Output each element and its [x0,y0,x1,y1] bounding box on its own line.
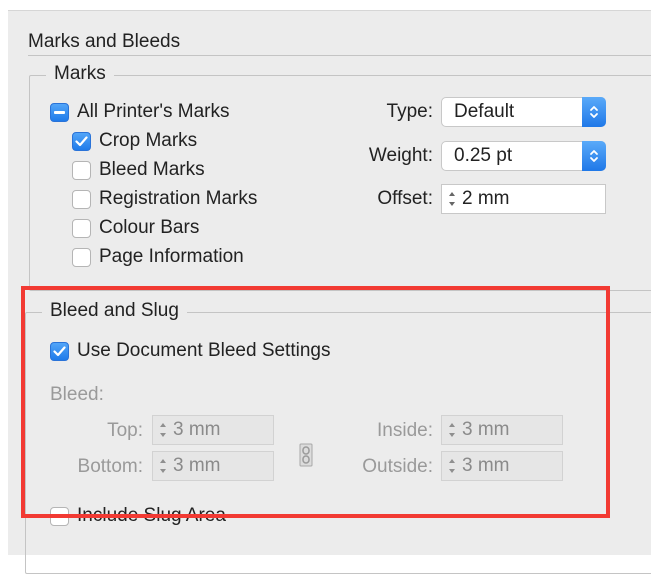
offset-value: 2 mm [462,188,510,209]
use-document-bleed-label: Use Document Bleed Settings [77,340,331,361]
outside-value: 3 mm [462,455,510,476]
unchecked-box-icon [72,218,91,238]
stepper-arrows-icon[interactable] [444,455,459,477]
weight-select[interactable]: 0.25 pt [441,141,606,171]
chain-link-icon[interactable] [298,443,314,467]
colour-bars-label: Colour Bars [99,217,200,238]
registration-marks-label: Registration Marks [99,188,258,209]
checkmark-icon [72,131,91,151]
unchecked-box-icon [72,189,91,209]
outside-field[interactable]: 3 mm [441,451,563,481]
marks-legend: Marks [46,63,114,85]
type-select[interactable]: Default [441,97,606,127]
unchecked-box-icon [72,160,91,180]
use-document-bleed-checkbox[interactable]: Use Document Bleed Settings [50,340,330,362]
bottom-value: 3 mm [173,455,221,476]
top-label: Top: [107,420,143,441]
unchecked-box-icon [72,247,91,267]
checkmark-icon [50,341,69,361]
mixed-checkbox-icon [50,102,69,122]
offset-field[interactable]: 2 mm [441,184,606,214]
crop-marks-label: Crop Marks [99,130,198,151]
inside-field[interactable]: 3 mm [441,415,563,445]
weight-label: Weight: [368,145,433,166]
bleed-marks-checkbox[interactable]: Bleed Marks [72,159,205,181]
all-printers-marks-checkbox[interactable]: All Printer's Marks [50,101,229,123]
marks-and-bleeds-panel: Marks and Bleeds Marks All Printer's Mar… [8,10,651,574]
include-slug-area-label: Include Slug Area [77,505,226,526]
type-value: Default [454,101,515,122]
bleed-label: Bleed: [50,384,104,405]
bottom-field[interactable]: 3 mm [152,451,274,481]
include-slug-area-checkbox[interactable]: Include Slug Area [50,505,226,527]
stepper-arrows-icon[interactable] [444,188,459,210]
page-information-label: Page Information [99,246,244,267]
all-printers-marks-label: All Printer's Marks [77,101,230,122]
weight-value: 0.25 pt [454,145,513,166]
bleed-and-slug-legend: Bleed and Slug [42,300,187,322]
inside-value: 3 mm [462,419,510,440]
registration-marks-checkbox[interactable]: Registration Marks [72,188,257,210]
page-information-checkbox[interactable]: Page Information [72,246,244,268]
bleed-marks-label: Bleed Marks [99,159,205,180]
stepper-arrows-icon[interactable] [444,419,459,441]
panel-title: Marks and Bleeds [28,31,181,52]
crop-marks-checkbox[interactable]: Crop Marks [72,130,197,152]
stepper-arrows-icon[interactable] [155,455,170,477]
top-field[interactable]: 3 mm [152,415,274,445]
stepper-arrows-icon[interactable] [155,419,170,441]
offset-label: Offset: [377,188,433,209]
select-stepper-icon [582,141,606,171]
bottom-label: Bottom: [77,456,143,477]
panel-title-divider [28,55,651,56]
top-value: 3 mm [173,419,221,440]
inside-label: Inside: [377,420,433,441]
select-stepper-icon [582,97,606,127]
type-label: Type: [386,101,433,122]
unchecked-box-icon [50,506,69,526]
colour-bars-checkbox[interactable]: Colour Bars [72,217,199,239]
outside-label: Outside: [362,456,433,477]
